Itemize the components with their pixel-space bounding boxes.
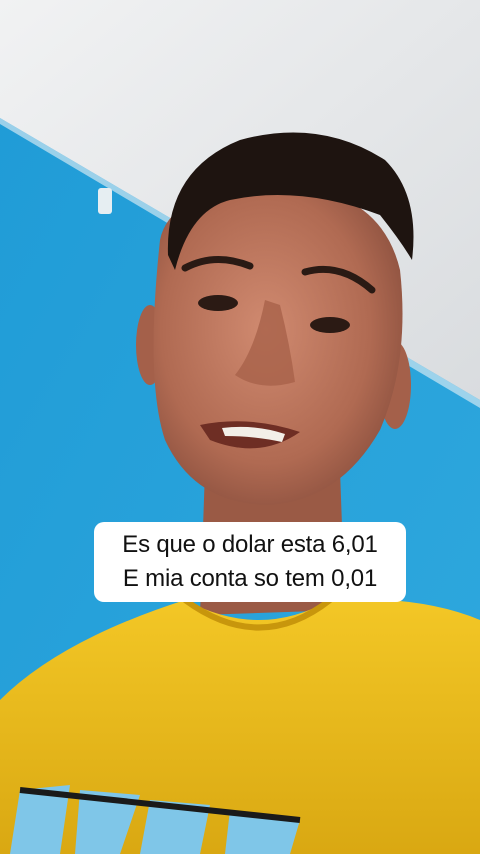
selfie-photo [0,0,480,854]
caption-box: Es que o dolar esta 6,01 E mia conta so … [94,522,406,602]
caption-line-1: Es que o dolar esta 6,01 [122,531,378,558]
caption-line-2: E mia conta so tem 0,01 [122,565,378,592]
left-eye [198,295,238,311]
right-eye [310,317,350,333]
video-frame: Es que o dolar esta 6,01 E mia conta so … [0,0,480,854]
